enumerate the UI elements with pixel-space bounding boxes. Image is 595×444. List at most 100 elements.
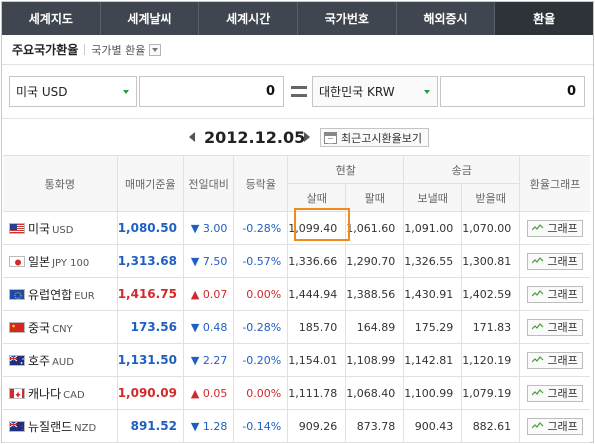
cash-buy: 909.26 (287, 409, 347, 443)
table-row: 미국 USD 1,080.50 ▼ 3.00 -0.28% 1,099.40 1,061.6… (3, 211, 590, 245)
currency-code: CAD (63, 389, 85, 401)
tab-bar: 세계지도 세계날씨 세계시간 국가번호 해외증시 환율 (2, 2, 593, 35)
recent-rates-label: 최근고시환율보기 (341, 131, 422, 145)
graph-icon (532, 387, 547, 400)
change-value: 3.00 (202, 221, 228, 235)
currency-cell: 뉴질랜드 NZD (3, 409, 118, 443)
table-row: 뉴질랜드 NZD 891.52 ▼ 1.28 -0.14% 909.26 873.78 900… (3, 409, 590, 443)
change-value: 7.50 (202, 254, 228, 268)
tab-overseas-stocks[interactable]: 해외증시 (397, 2, 496, 35)
change-cell: ▼ 0.48 (182, 310, 235, 344)
to-amount-input[interactable]: 0 (440, 76, 585, 107)
transfer-receive: 1,402.59 (461, 277, 521, 311)
header-change: 전일대비 (182, 155, 235, 212)
change-pct: -0.28% (233, 211, 289, 245)
currency-name: 뉴질랜드 (28, 419, 73, 434)
currency-name: 호주 (28, 353, 51, 368)
flag-nz-icon (9, 420, 25, 432)
graph-cell: 그래프 (519, 244, 590, 278)
currency-cell: 유럽연합 EUR (3, 277, 118, 311)
from-currency-select[interactable]: 미국 USD (9, 76, 137, 107)
currency-code: CNY (52, 323, 73, 335)
graph-button[interactable]: 그래프 (527, 219, 583, 237)
to-currency-label: 대한민국 KRW (319, 85, 395, 99)
header-change-pct: 등락율 (233, 155, 289, 212)
flag-cn-icon (9, 321, 25, 333)
prev-date-arrow-icon[interactable] (189, 132, 195, 142)
graph-cell: 그래프 (519, 277, 590, 311)
currency-cell: 미국 USD (3, 211, 118, 245)
change-value: 0.48 (202, 320, 228, 334)
change-cell: ▼ 2.27 (182, 343, 235, 377)
transfer-send: 900.43 (403, 409, 463, 443)
flag-ca-icon (9, 387, 25, 399)
transfer-send: 1,326.55 (403, 244, 463, 278)
change-cell: ▲ 0.07 (182, 277, 235, 311)
cash-buy: 1,099.40 (287, 211, 347, 245)
tab-world-time[interactable]: 세계시간 (199, 2, 299, 35)
transfer-send: 1,100.99 (403, 376, 463, 410)
graph-button[interactable]: 그래프 (527, 384, 583, 402)
transfer-send: 175.29 (403, 310, 463, 344)
header-transfer: 송금 (403, 155, 521, 184)
from-amount-input[interactable]: 0 (139, 76, 284, 107)
graph-button-label: 그래프 (547, 255, 578, 268)
next-date-arrow-icon[interactable] (304, 132, 310, 142)
from-currency-label: 미국 USD (16, 85, 68, 99)
country-rate-dropdown-button[interactable] (149, 43, 162, 56)
flag-au-icon (9, 354, 25, 366)
to-currency-select[interactable]: 대한민국 KRW (312, 76, 438, 107)
change-pct: -0.20% (233, 343, 289, 377)
currency-cell: 일본 JPY 100 (3, 244, 118, 278)
transfer-receive: 1,079.19 (461, 376, 521, 410)
graph-button-label: 그래프 (547, 288, 578, 301)
change-cell: ▼ 7.50 (182, 244, 235, 278)
currency-name: 유럽연합 (28, 287, 73, 302)
change-pct: -0.57% (233, 244, 289, 278)
flag-us-icon (9, 222, 25, 234)
rate-date: 2012.12.05 (204, 128, 306, 147)
recent-rates-button[interactable]: 최근고시환율보기 (320, 128, 429, 147)
table-row: 중국 CNY 173.56 ▼ 0.48 -0.28% 185.70 164.89 175.2… (3, 310, 590, 344)
header-cash-sell: 팔때 (345, 183, 405, 212)
cash-sell: 1,068.40 (345, 376, 405, 410)
currency-cell: 캐나다 CAD (3, 376, 118, 410)
change-pct: -0.14% (233, 409, 289, 443)
currency-code: NZD (74, 422, 97, 434)
cash-sell: 1,290.70 (345, 244, 405, 278)
transfer-receive: 882.61 (461, 409, 521, 443)
change-arrow-icon: ▼ (190, 419, 200, 433)
currency-code: USD (52, 224, 74, 236)
base-rate: 1,313.68 (116, 244, 184, 278)
transfer-receive: 1,120.19 (461, 343, 521, 377)
change-arrow-icon: ▲ (190, 386, 200, 400)
graph-icon (532, 420, 547, 433)
graph-cell: 그래프 (519, 211, 590, 245)
graph-button-label: 그래프 (547, 387, 578, 400)
graph-button[interactable]: 그래프 (527, 252, 583, 270)
change-arrow-icon: ▼ (190, 254, 200, 268)
graph-button[interactable]: 그래프 (527, 285, 583, 303)
tab-exchange-rate[interactable]: 환율 (495, 2, 593, 35)
cash-sell: 1,388.56 (345, 277, 405, 311)
graph-button[interactable]: 그래프 (527, 351, 583, 369)
change-arrow-icon: ▼ (190, 221, 200, 235)
transfer-send: 1,091.00 (403, 211, 463, 245)
base-rate: 1,080.50 (116, 211, 184, 245)
cash-sell: 1,061.60 (345, 211, 405, 245)
change-arrow-icon: ▲ (190, 287, 200, 301)
graph-button-label: 그래프 (547, 321, 578, 334)
change-cell: ▲ 0.05 (182, 376, 235, 410)
equals-icon (291, 86, 307, 97)
currency-code: AUD (52, 356, 74, 368)
tab-country-code[interactable]: 국가번호 (298, 2, 397, 35)
tab-world-map[interactable]: 세계지도 (2, 2, 101, 35)
graph-cell: 그래프 (519, 409, 590, 443)
graph-button-label: 그래프 (547, 222, 578, 235)
exchange-rate-table: 통화명 매매기준율 전일대비 등락율 현찰 송금 환율그래프 살때 팔때 보낼때… (3, 155, 590, 443)
tab-world-weather[interactable]: 세계날씨 (101, 2, 200, 35)
change-value: 1.28 (202, 419, 228, 433)
graph-button[interactable]: 그래프 (527, 417, 583, 435)
graph-button[interactable]: 그래프 (527, 318, 583, 336)
cash-buy: 1,154.01 (287, 343, 347, 377)
